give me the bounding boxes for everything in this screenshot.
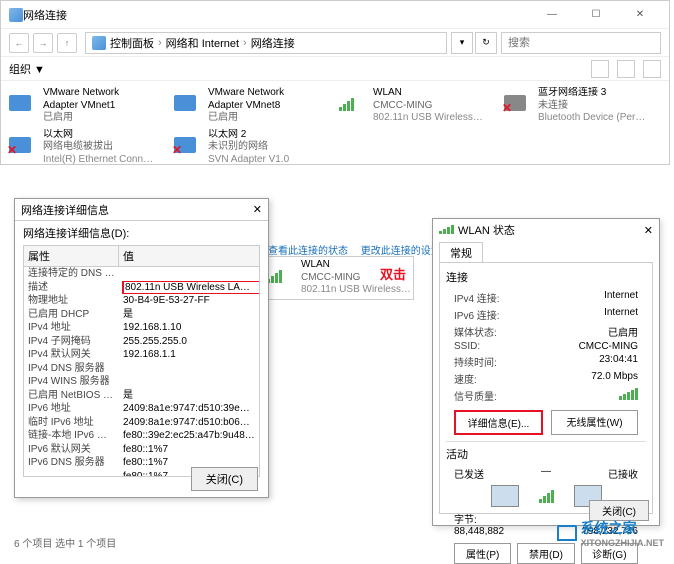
monitor-sent-icon	[491, 485, 519, 507]
search-input[interactable]	[501, 32, 661, 54]
table-row[interactable]: 描述802.11n USB Wireless LAN Card	[24, 281, 259, 295]
breadcrumb-3[interactable]: 网络连接	[251, 35, 295, 51]
minimize-button[interactable]: —	[531, 2, 573, 28]
signal-bars-icon	[619, 388, 638, 400]
table-row[interactable]: 链接-本地 IPv6 地址fe80::39e2:ec25:a47b:9u48%7	[24, 429, 259, 443]
disabled-icon: ✕	[7, 143, 17, 157]
toolbar: 组织 ▼	[1, 57, 669, 81]
help-button[interactable]	[643, 60, 661, 78]
organize-menu[interactable]: 组织 ▼	[9, 61, 45, 77]
table-row[interactable]: IPv6 默认网关fe80::1%7	[24, 443, 259, 457]
breadcrumb-path[interactable]: 控制面板› 网络和 Internet› 网络连接	[85, 32, 447, 54]
dialog-label: 网络连接详细信息(D):	[15, 221, 268, 245]
table-row[interactable]: IPv4 DNS 服务器	[24, 362, 259, 376]
adapter-ethernet[interactable]: ✕ 以太网网络电缆被拔出Intel(R) Ethernet Connection…	[9, 129, 154, 167]
table-row[interactable]: IPv4 子网掩码255.255.255.0	[24, 335, 259, 349]
status-row: IPv6 连接:Internet	[446, 306, 646, 323]
tab-general[interactable]: 常规	[439, 242, 483, 263]
sent-label: 已发送	[454, 466, 484, 481]
wifi-activity-icon	[539, 490, 554, 503]
forward-button[interactable]: →	[33, 33, 53, 53]
column-header-property[interactable]: 属性	[24, 246, 119, 266]
refresh-button[interactable]: ↻	[475, 32, 497, 54]
table-row[interactable]: 临时 IPv6 地址2409:8a1e:9747:d510:b067:22d9:…	[24, 416, 259, 430]
status-close-icon[interactable]: ✕	[644, 224, 653, 237]
table-row[interactable]: 已启用 DHCP是	[24, 308, 259, 322]
status-row: 持续时间:23:04:41	[446, 353, 646, 370]
double-click-annotation: 双击	[380, 264, 406, 283]
view-icons-button[interactable]	[591, 60, 609, 78]
status-body: 连接 IPv4 连接:InternetIPv6 连接:Internet媒体状态:…	[439, 262, 653, 514]
details-button[interactable]: 详细信息(E)...	[454, 410, 543, 435]
bytes-sent: 88,448,882	[454, 526, 504, 537]
properties-table: 属性 值 连接特定的 DNS 后缀描述802.11n USB Wireless …	[23, 245, 260, 477]
status-title: WLAN 状态	[458, 225, 515, 237]
status-bar: 6 个项目 选中 1 个项目	[14, 535, 116, 550]
title-bar: 网络连接 — ☐ ✕	[1, 1, 669, 29]
back-button[interactable]: ←	[9, 33, 29, 53]
status-row: 速度:72.0 Mbps	[446, 370, 646, 387]
breadcrumb-2[interactable]: 网络和 Internet	[166, 35, 239, 51]
status-row: 媒体状态:已启用	[446, 323, 646, 340]
bytes-label: 字节:	[454, 511, 477, 526]
network-icon	[9, 8, 23, 22]
table-row[interactable]: IPv4 WINS 服务器	[24, 375, 259, 389]
table-row[interactable]: 已启用 NetBIOS over T...是	[24, 389, 259, 403]
table-row[interactable]: IPv6 地址2409:8a1e:9747:d510:39e2:ec25:a47…	[24, 402, 259, 416]
watermark-url: XITONGZHIJIA.NET	[581, 538, 664, 548]
window-title: 网络连接	[23, 7, 531, 23]
up-button[interactable]: ↑	[57, 33, 77, 53]
view-details-button[interactable]	[617, 60, 635, 78]
network-connections-window: 网络连接 — ☐ ✕ ← → ↑ 控制面板› 网络和 Internet› 网络连…	[0, 0, 670, 165]
status-row: 信号质量:	[446, 387, 646, 404]
table-row[interactable]: 连接特定的 DNS 后缀	[24, 267, 259, 281]
connection-details-dialog: 网络连接详细信息 ✕ 网络连接详细信息(D): 属性 值 连接特定的 DNS 后…	[14, 198, 269, 498]
breadcrumb-1[interactable]: 控制面板	[110, 35, 154, 51]
status-title-bar: WLAN 状态 ✕	[433, 219, 659, 241]
history-button[interactable]: ▾	[451, 32, 473, 54]
dialog-title: 网络连接详细信息	[21, 202, 109, 218]
section-activity: 活动	[446, 446, 646, 462]
recv-label: 已接收	[608, 466, 638, 481]
watermark: 系统之家 XITONGZHIJIA.NET	[557, 518, 664, 548]
dialog-title-bar: 网络连接详细信息 ✕	[15, 199, 268, 221]
close-button[interactable]: 关闭(C)	[191, 467, 258, 491]
table-row[interactable]: IPv4 默认网关192.168.1.1	[24, 348, 259, 362]
wireless-props-button[interactable]: 无线属性(W)	[551, 410, 638, 435]
watermark-text: 系统之家	[581, 520, 637, 536]
path-icon	[92, 36, 106, 50]
adapter-wlan[interactable]: WLANCMCC-MING802.11n USB Wireless LAN Ca…	[339, 87, 484, 125]
adapter-bluetooth[interactable]: ✕ 蓝牙网络连接 3未连接Bluetooth Device (Personal …	[504, 87, 649, 125]
section-connection: 连接	[446, 269, 646, 285]
table-row[interactable]: IPv4 地址192.168.1.10	[24, 321, 259, 335]
adapter-list: VMware Network Adapter VMnet1已启用 VMware …	[1, 81, 669, 172]
table-row[interactable]: 物理地址30-B4-9E-53-27-FF	[24, 294, 259, 308]
disabled-icon: ✕	[502, 101, 512, 115]
wifi-icon	[439, 225, 454, 234]
adapter-vmnet8[interactable]: VMware Network Adapter VMnet8已启用	[174, 87, 319, 125]
close-button[interactable]: ✕	[619, 2, 661, 28]
maximize-button[interactable]: ☐	[575, 2, 617, 28]
dialog-close-icon[interactable]: ✕	[253, 203, 262, 216]
status-row: SSID:CMCC-MING	[446, 340, 646, 353]
column-header-value[interactable]: 值	[119, 246, 259, 266]
wifi-signal-icon	[339, 98, 354, 111]
status-row: IPv4 连接:Internet	[446, 289, 646, 306]
disabled-icon: ✕	[172, 143, 182, 157]
adapter-vmnet1[interactable]: VMware Network Adapter VMnet1已启用	[9, 87, 154, 125]
breadcrumb-bar: ← → ↑ 控制面板› 网络和 Internet› 网络连接 ▾ ↻	[1, 29, 669, 57]
watermark-icon	[557, 525, 577, 541]
wlan-status-window: WLAN 状态 ✕ 常规 连接 IPv4 连接:InternetIPv6 连接:…	[432, 218, 660, 526]
wifi-signal-icon	[267, 270, 282, 283]
adapter-ethernet2[interactable]: ✕ 以太网 2未识别的网络SVN Adapter V1.0	[174, 129, 319, 167]
